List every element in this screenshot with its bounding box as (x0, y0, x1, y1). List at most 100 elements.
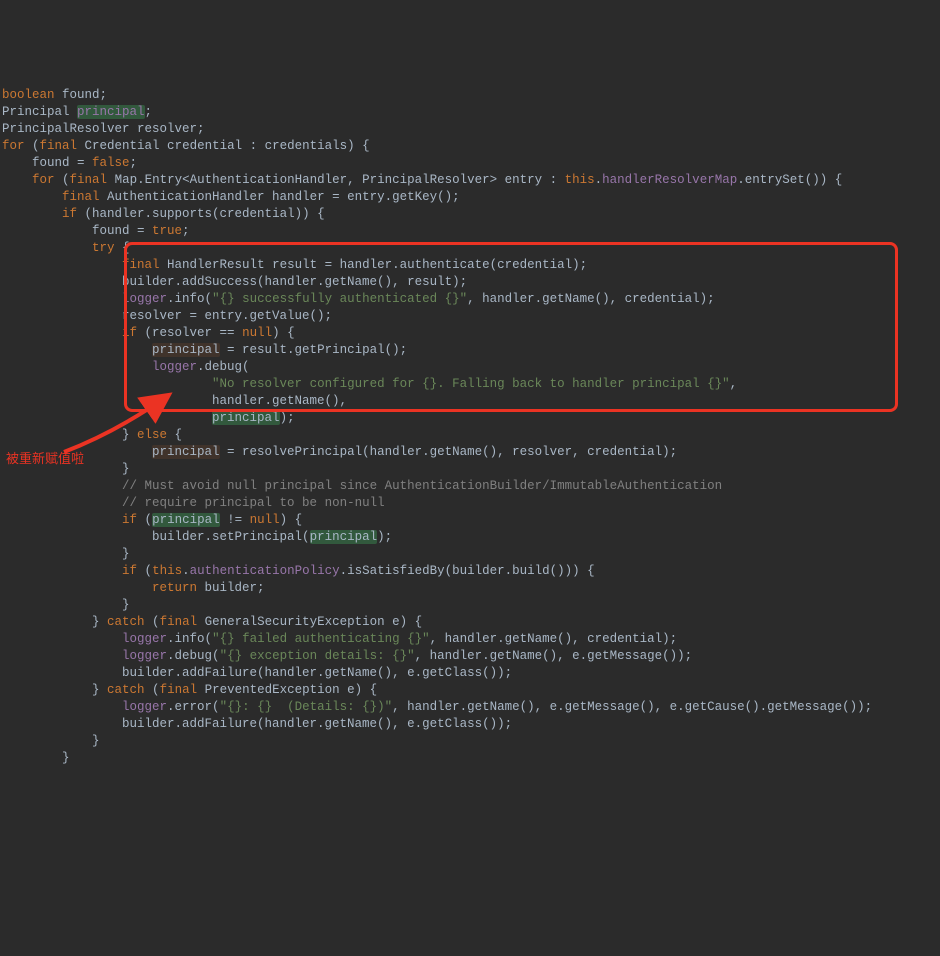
code-text: ; (182, 224, 190, 238)
field-logger: logger (122, 649, 167, 663)
code-text: builder; (197, 581, 265, 595)
code-text: .error( (167, 700, 220, 714)
code-text: , (730, 377, 738, 391)
code-text: .entrySet()) { (737, 173, 842, 187)
keyword-final: final (160, 683, 198, 697)
code-text: found = (2, 156, 92, 170)
code-text: , handler.getName(), credential); (430, 632, 678, 646)
string-literal: "{} failed authenticating {}" (212, 632, 430, 646)
keyword-final: final (62, 190, 100, 204)
code-text (2, 326, 122, 340)
code-text: ); (377, 530, 392, 544)
keyword-if: if (122, 326, 137, 340)
code-text (2, 581, 152, 595)
comment: // require principal to be non-null (122, 496, 385, 510)
code-text: ) { (280, 513, 303, 527)
keyword-final: final (160, 615, 198, 629)
keyword-else: else (137, 428, 167, 442)
keyword-final: final (122, 258, 160, 272)
code-text: Map.Entry<AuthenticationHandler, Princip… (107, 173, 565, 187)
code-text: , handler.getName(), e.getMessage()); (415, 649, 693, 663)
code-text (2, 173, 32, 187)
code-text: ( (137, 513, 152, 527)
code-text: AuthenticationHandler handler = entry.ge… (100, 190, 460, 204)
string-literal: "{}: {} (Details: {})" (220, 700, 393, 714)
code-text: } (2, 751, 70, 765)
string-literal: "{} successfully authenticated {}" (212, 292, 467, 306)
code-text: , handler.getName(), e.getMessage(), e.g… (392, 700, 872, 714)
code-text: ( (137, 564, 152, 578)
code-text (2, 700, 122, 714)
code-text: builder.setPrincipal( (2, 530, 310, 544)
keyword-null: null (250, 513, 280, 527)
annotation-label: 被重新赋值啦 (6, 450, 84, 467)
code-text: } (2, 428, 137, 442)
keyword-null: null (242, 326, 272, 340)
keyword-boolean: boolean (2, 88, 55, 102)
code-text: ( (25, 139, 40, 153)
code-text: ); (280, 411, 295, 425)
identifier-principal: principal (152, 513, 220, 527)
code-text: .debug( (167, 649, 220, 663)
keyword-catch: catch (107, 615, 145, 629)
code-text: } (2, 734, 100, 748)
keyword-if: if (122, 513, 137, 527)
code-text: } (2, 615, 107, 629)
code-text (2, 411, 212, 425)
code-text: .info( (167, 292, 212, 306)
code-text (2, 479, 122, 493)
identifier-principal: principal (212, 411, 280, 425)
code-text: ; (145, 105, 153, 119)
field-handlerResolverMap: handlerResolverMap (602, 173, 737, 187)
keyword-true: true (152, 224, 182, 238)
code-text: .debug( (197, 360, 250, 374)
code-text (2, 496, 122, 510)
code-text: . (182, 564, 190, 578)
code-editor[interactable]: boolean found; Principal principal; Prin… (0, 68, 940, 769)
code-text: (resolver == (137, 326, 242, 340)
field-logger: logger (122, 632, 167, 646)
keyword-return: return (152, 581, 197, 595)
code-text (2, 377, 212, 391)
code-text: } (2, 683, 107, 697)
code-text: builder.addFailure(handler.getName(), e.… (2, 717, 512, 731)
keyword-final: final (70, 173, 108, 187)
code-text (2, 207, 62, 221)
keyword-for: for (32, 173, 55, 187)
code-text: resolver = entry.getValue(); (2, 309, 332, 323)
code-text: .isSatisfiedBy(builder.build())) { (340, 564, 595, 578)
identifier-principal: principal (152, 445, 220, 459)
code-text: .info( (167, 632, 212, 646)
field-authenticationPolicy: authenticationPolicy (190, 564, 340, 578)
keyword-try: try (92, 241, 115, 255)
code-text: (handler.supports(credential)) { (77, 207, 325, 221)
code-text: ) { (272, 326, 295, 340)
keyword-this: this (152, 564, 182, 578)
code-text (2, 241, 92, 255)
keyword-for: for (2, 139, 25, 153)
code-text: { (167, 428, 182, 442)
keyword-this: this (565, 173, 595, 187)
string-literal: "{} exception details: {}" (220, 649, 415, 663)
code-text (2, 258, 122, 272)
code-text: , handler.getName(), credential); (467, 292, 715, 306)
code-text: GeneralSecurityException e) { (197, 615, 422, 629)
code-text: ( (55, 173, 70, 187)
code-text (2, 190, 62, 204)
code-text: builder.addSuccess(handler.getName(), re… (2, 275, 467, 289)
code-text: = result.getPrincipal(); (220, 343, 408, 357)
code-text: handler.getName(), (2, 394, 347, 408)
code-text: ( (145, 683, 160, 697)
keyword-false: false (92, 156, 130, 170)
code-text: ; (130, 156, 138, 170)
code-text: } (2, 598, 130, 612)
field-logger: logger (122, 292, 167, 306)
identifier-principal: principal (310, 530, 378, 544)
code-text: found = (2, 224, 152, 238)
code-text: PrincipalResolver resolver; (2, 122, 205, 136)
code-text (2, 292, 122, 306)
code-text: = resolvePrincipal(handler.getName(), re… (220, 445, 678, 459)
identifier-principal: principal (152, 343, 220, 357)
comment: // Must avoid null principal since Authe… (122, 479, 722, 493)
code-text (2, 649, 122, 663)
